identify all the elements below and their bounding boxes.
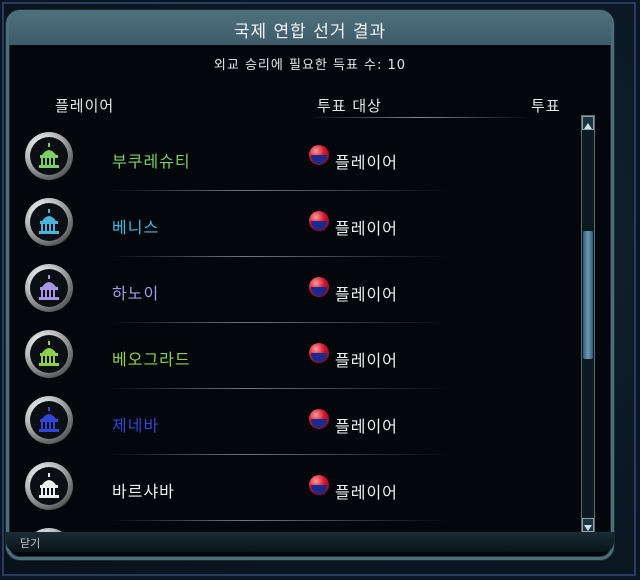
- city-state-name: 제네바: [112, 416, 160, 435]
- capitol-icon: [39, 473, 59, 498]
- vote-target: 플레이어: [335, 285, 398, 304]
- city-state-badge: [25, 132, 73, 180]
- result-row: 제네바 플레이어: [9, 389, 574, 455]
- capitol-icon: [39, 209, 59, 234]
- city-state-name: 베니스: [112, 218, 160, 237]
- city-state-name: 부쿠레슈티: [112, 152, 191, 171]
- column-header-target: 투표 대상: [317, 97, 382, 115]
- city-state-name: 하노이: [112, 284, 160, 303]
- un-results-window: 국제 연합 선거 결과 외교 승리에 필요한 득표 수: 10 플레이어 투표 …: [6, 10, 614, 560]
- results-list: 부쿠레슈티 플레이어 베니스 플레이어 하노이 플레이어 베오그라드 플레이어 …: [9, 125, 574, 545]
- capitol-icon: [39, 275, 59, 300]
- title-bar: 국제 연합 선거 결과: [9, 13, 611, 45]
- scrollbar[interactable]: [581, 115, 595, 533]
- vote-target: 플레이어: [335, 153, 398, 172]
- arrow-up-icon: [584, 123, 592, 129]
- city-state-badge: [25, 330, 73, 378]
- result-row: 베니스 플레이어: [9, 191, 574, 257]
- capitol-icon: [39, 407, 59, 432]
- vote-icon: [309, 211, 329, 231]
- column-header-votes: 투표: [531, 97, 561, 115]
- scroll-thumb[interactable]: [583, 231, 593, 359]
- header-divider: [309, 117, 529, 118]
- vote-target: 플레이어: [335, 351, 398, 370]
- result-row: 부쿠레슈티 플레이어: [9, 125, 574, 191]
- city-state-name: 베오그라드: [112, 350, 191, 369]
- vote-target: 플레이어: [335, 417, 398, 436]
- city-state-badge: [25, 198, 73, 246]
- vote-icon: [309, 277, 329, 297]
- capitol-icon: [39, 341, 59, 366]
- scroll-up-button[interactable]: [582, 116, 594, 130]
- column-header-player: 플레이어: [55, 97, 115, 115]
- close-button[interactable]: 닫기: [20, 535, 40, 551]
- city-state-badge: [25, 264, 73, 312]
- scroll-down-button[interactable]: [582, 518, 594, 532]
- city-state-name: 바르샤바: [112, 482, 175, 501]
- city-state-badge: [25, 396, 73, 444]
- vote-target: 플레이어: [335, 483, 398, 502]
- vote-icon: [309, 343, 329, 363]
- capitol-icon: [39, 143, 59, 168]
- bottom-bar: [6, 532, 614, 552]
- vote-target: 플레이어: [335, 219, 398, 238]
- city-state-badge: [25, 462, 73, 510]
- capitol-shape: [39, 143, 59, 168]
- result-row: 하노이 플레이어: [9, 257, 574, 323]
- vote-icon: [309, 145, 329, 165]
- vote-icon: [309, 409, 329, 429]
- result-row: 바르샤바 플레이어: [9, 455, 574, 521]
- result-row: 베오그라드 플레이어: [9, 323, 574, 389]
- votes-needed-text: 외교 승리에 필요한 득표 수: 10: [213, 58, 407, 73]
- window-title: 국제 연합 선거 결과: [233, 21, 387, 42]
- vote-icon: [309, 475, 329, 495]
